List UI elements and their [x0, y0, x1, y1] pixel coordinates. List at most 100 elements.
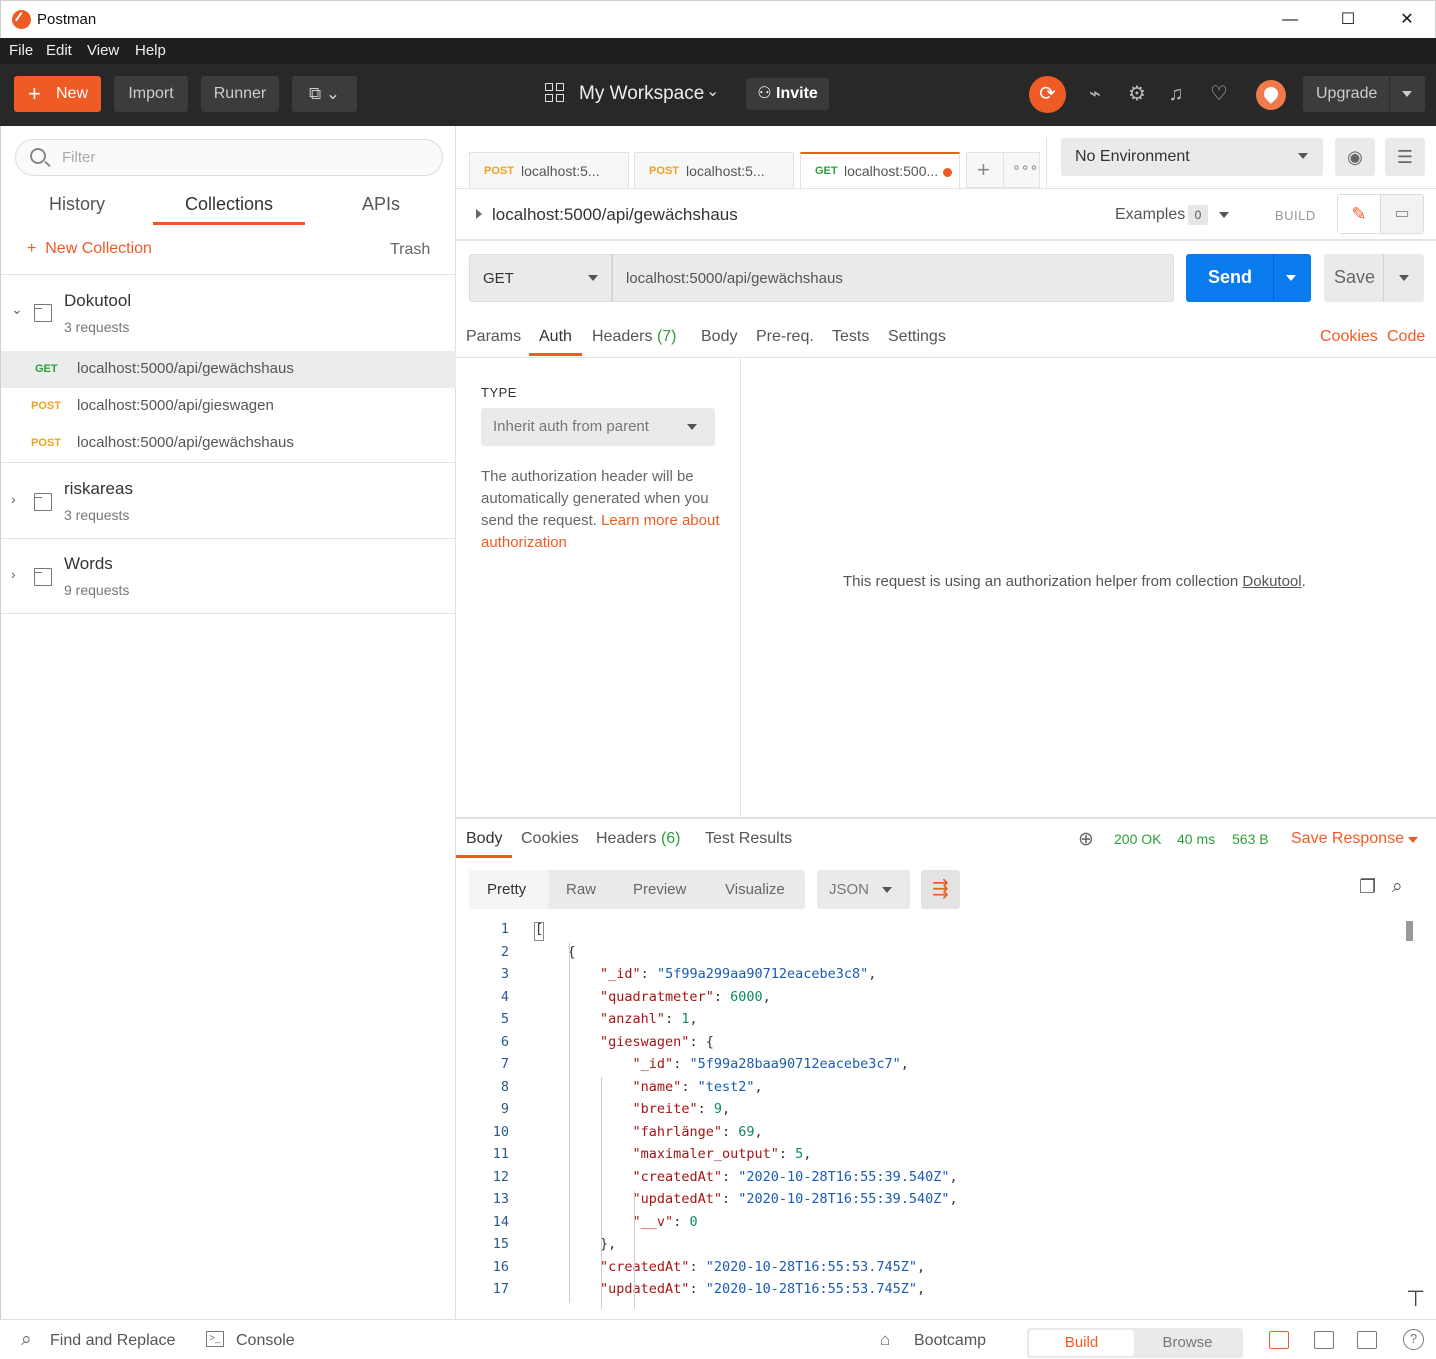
console-button[interactable]: Console — [236, 1332, 295, 1350]
two-pane-view-icon[interactable] — [1269, 1331, 1289, 1349]
tab-body[interactable]: Body — [701, 328, 737, 346]
workspace-selector[interactable]: My Workspace — [579, 83, 704, 105]
view-raw[interactable]: Raw — [566, 881, 596, 898]
examples-count-badge: 0 — [1188, 205, 1208, 225]
request-item[interactable]: POST localhost:5000/api/gewächshaus — [1, 425, 456, 462]
keyboard-shortcuts-icon[interactable] — [1357, 1331, 1377, 1349]
filter-input[interactable]: Filter — [15, 139, 443, 176]
request-title[interactable]: localhost:5000/api/gewächshaus — [492, 205, 738, 225]
cookies-link[interactable]: Cookies — [1320, 328, 1378, 346]
scrollbar[interactable] — [1406, 921, 1413, 941]
save-button[interactable]: Save — [1324, 254, 1424, 302]
gear-icon[interactable]: ⚙ — [1124, 82, 1150, 106]
divider — [456, 357, 1436, 358]
tab-test-results[interactable]: Test Results — [705, 830, 792, 848]
collection-link[interactable]: Dokutool — [1242, 573, 1301, 590]
sidebar: Filter History Collections APIs + New Co… — [0, 126, 456, 1319]
view-preview[interactable]: Preview — [633, 881, 686, 898]
request-item[interactable]: GET localhost:5000/api/gewächshaus — [1, 351, 456, 388]
status-code[interactable]: 200 OK — [1114, 831, 1161, 847]
folder-icon — [34, 493, 52, 511]
save-response-button[interactable]: Save Response — [1291, 830, 1404, 848]
more-icon[interactable]: ∘∘∘ — [1012, 159, 1038, 176]
trash-link[interactable]: Trash — [390, 241, 430, 259]
wrap-lines-icon[interactable]: ⇶ — [921, 870, 960, 909]
send-button[interactable]: Send — [1186, 254, 1311, 302]
tab-settings[interactable]: Settings — [888, 328, 946, 346]
expand-triangle-icon[interactable] — [476, 209, 482, 219]
globe-icon[interactable]: ⊕ — [1078, 828, 1094, 851]
request-item[interactable]: POST localhost:5000/api/gieswagen — [1, 388, 456, 425]
find-replace-button[interactable]: Find and Replace — [50, 1332, 175, 1350]
invite-button[interactable]: ⚇ Invite — [746, 78, 829, 110]
caret-down-icon[interactable] — [1399, 275, 1409, 281]
runner-button[interactable]: Runner — [201, 76, 279, 112]
caret-down-icon[interactable] — [1286, 275, 1296, 281]
auth-type-select[interactable]: Inherit auth from parent — [481, 408, 715, 446]
tab-apis[interactable]: APIs — [362, 194, 400, 215]
response-body-editor[interactable]: 1[2 {3 "_id": "5f99a299aa90712eacebe3c8"… — [469, 919, 1429, 1309]
build-mode-button[interactable]: Build — [1029, 1330, 1134, 1356]
tab-tests[interactable]: Tests — [832, 328, 869, 346]
format-select[interactable]: JSON — [817, 870, 910, 909]
menu-edit[interactable]: Edit — [46, 42, 72, 59]
method-select[interactable]: GET — [469, 254, 612, 302]
tab-prereq[interactable]: Pre-req. — [756, 328, 814, 346]
new-button[interactable]: + New — [14, 76, 101, 112]
tab-response-cookies[interactable]: Cookies — [521, 830, 579, 848]
collection-riskareas[interactable]: › riskareas 3 requests — [1, 463, 456, 538]
request-url: localhost:5000/api/gieswagen — [77, 397, 274, 414]
menu-view[interactable]: View — [87, 42, 119, 59]
response-time[interactable]: 40 ms — [1177, 831, 1215, 847]
code-link[interactable]: Code — [1387, 328, 1425, 346]
view-pretty[interactable]: Pretty — [487, 881, 526, 898]
maximize-button[interactable]: ☐ — [1318, 1, 1378, 39]
comment-icon[interactable]: ▭ — [1381, 195, 1423, 233]
caret-down-icon[interactable] — [1408, 837, 1418, 843]
search-icon[interactable]: ⌕ — [1392, 876, 1403, 898]
collection-words[interactable]: › Words 9 requests — [1, 539, 456, 613]
menu-help[interactable]: Help — [135, 42, 166, 59]
collection-dokutool[interactable]: ⌄ Dokutool 3 requests — [1, 275, 456, 351]
browse-mode-button[interactable]: Browse — [1134, 1330, 1241, 1356]
help-icon[interactable]: ? — [1403, 1329, 1424, 1350]
tab-auth[interactable]: Auth — [539, 328, 572, 346]
tab-history[interactable]: History — [49, 194, 105, 215]
url-input[interactable]: localhost:5000/api/gewächshaus — [612, 254, 1174, 302]
tab-params[interactable]: Params — [466, 328, 521, 346]
request-tab[interactable]: POST localhost:5... — [634, 152, 794, 188]
caret-down-icon — [588, 275, 598, 281]
bootcamp-button[interactable]: Bootcamp — [914, 1332, 986, 1350]
tab-headers[interactable]: Headers (7) — [592, 328, 677, 346]
settings-sliders-icon[interactable]: ☰ — [1385, 138, 1425, 176]
tab-collections[interactable]: Collections — [185, 194, 273, 215]
view-visualize[interactable]: Visualize — [725, 881, 785, 898]
tab-response-body[interactable]: Body — [466, 830, 502, 848]
response-divider[interactable] — [456, 817, 1436, 819]
satellite-icon[interactable]: ⌁ — [1082, 82, 1108, 106]
pencil-icon[interactable]: ✎ — [1338, 195, 1381, 233]
tab-response-headers[interactable]: Headers (6) — [596, 830, 681, 848]
sync-icon[interactable]: ⟳ — [1029, 76, 1066, 113]
response-size[interactable]: 563 B — [1232, 831, 1269, 847]
line-number: 4 — [500, 988, 509, 1005]
eye-icon[interactable]: ◉ — [1335, 138, 1375, 176]
add-tab-icon[interactable]: + — [977, 157, 990, 183]
grid-layout-icon[interactable] — [1314, 1331, 1334, 1349]
request-tab-active[interactable]: GET localhost:500... — [800, 152, 960, 188]
request-tab[interactable]: POST localhost:5... — [469, 152, 629, 188]
environment-select[interactable]: No Environment — [1061, 138, 1323, 176]
examples-dropdown[interactable]: Examples — [1115, 206, 1185, 224]
new-collection-button[interactable]: + New Collection — [27, 240, 152, 258]
new-window-button[interactable]: ⧉ ⌄ — [292, 76, 357, 112]
upgrade-button[interactable]: Upgrade — [1303, 76, 1425, 112]
avatar[interactable] — [1256, 80, 1286, 110]
auth-helper-text: This request is using an authorization h… — [843, 573, 1239, 590]
close-window-button[interactable]: ✕ — [1377, 1, 1436, 39]
copy-icon[interactable]: ❐ — [1359, 876, 1376, 899]
minimize-button[interactable]: — — [1260, 1, 1320, 39]
menu-file[interactable]: File — [9, 42, 33, 59]
heart-icon[interactable]: ♡ — [1206, 82, 1232, 106]
bell-icon[interactable]: ♫ — [1163, 82, 1189, 106]
import-button[interactable]: Import — [114, 76, 188, 112]
